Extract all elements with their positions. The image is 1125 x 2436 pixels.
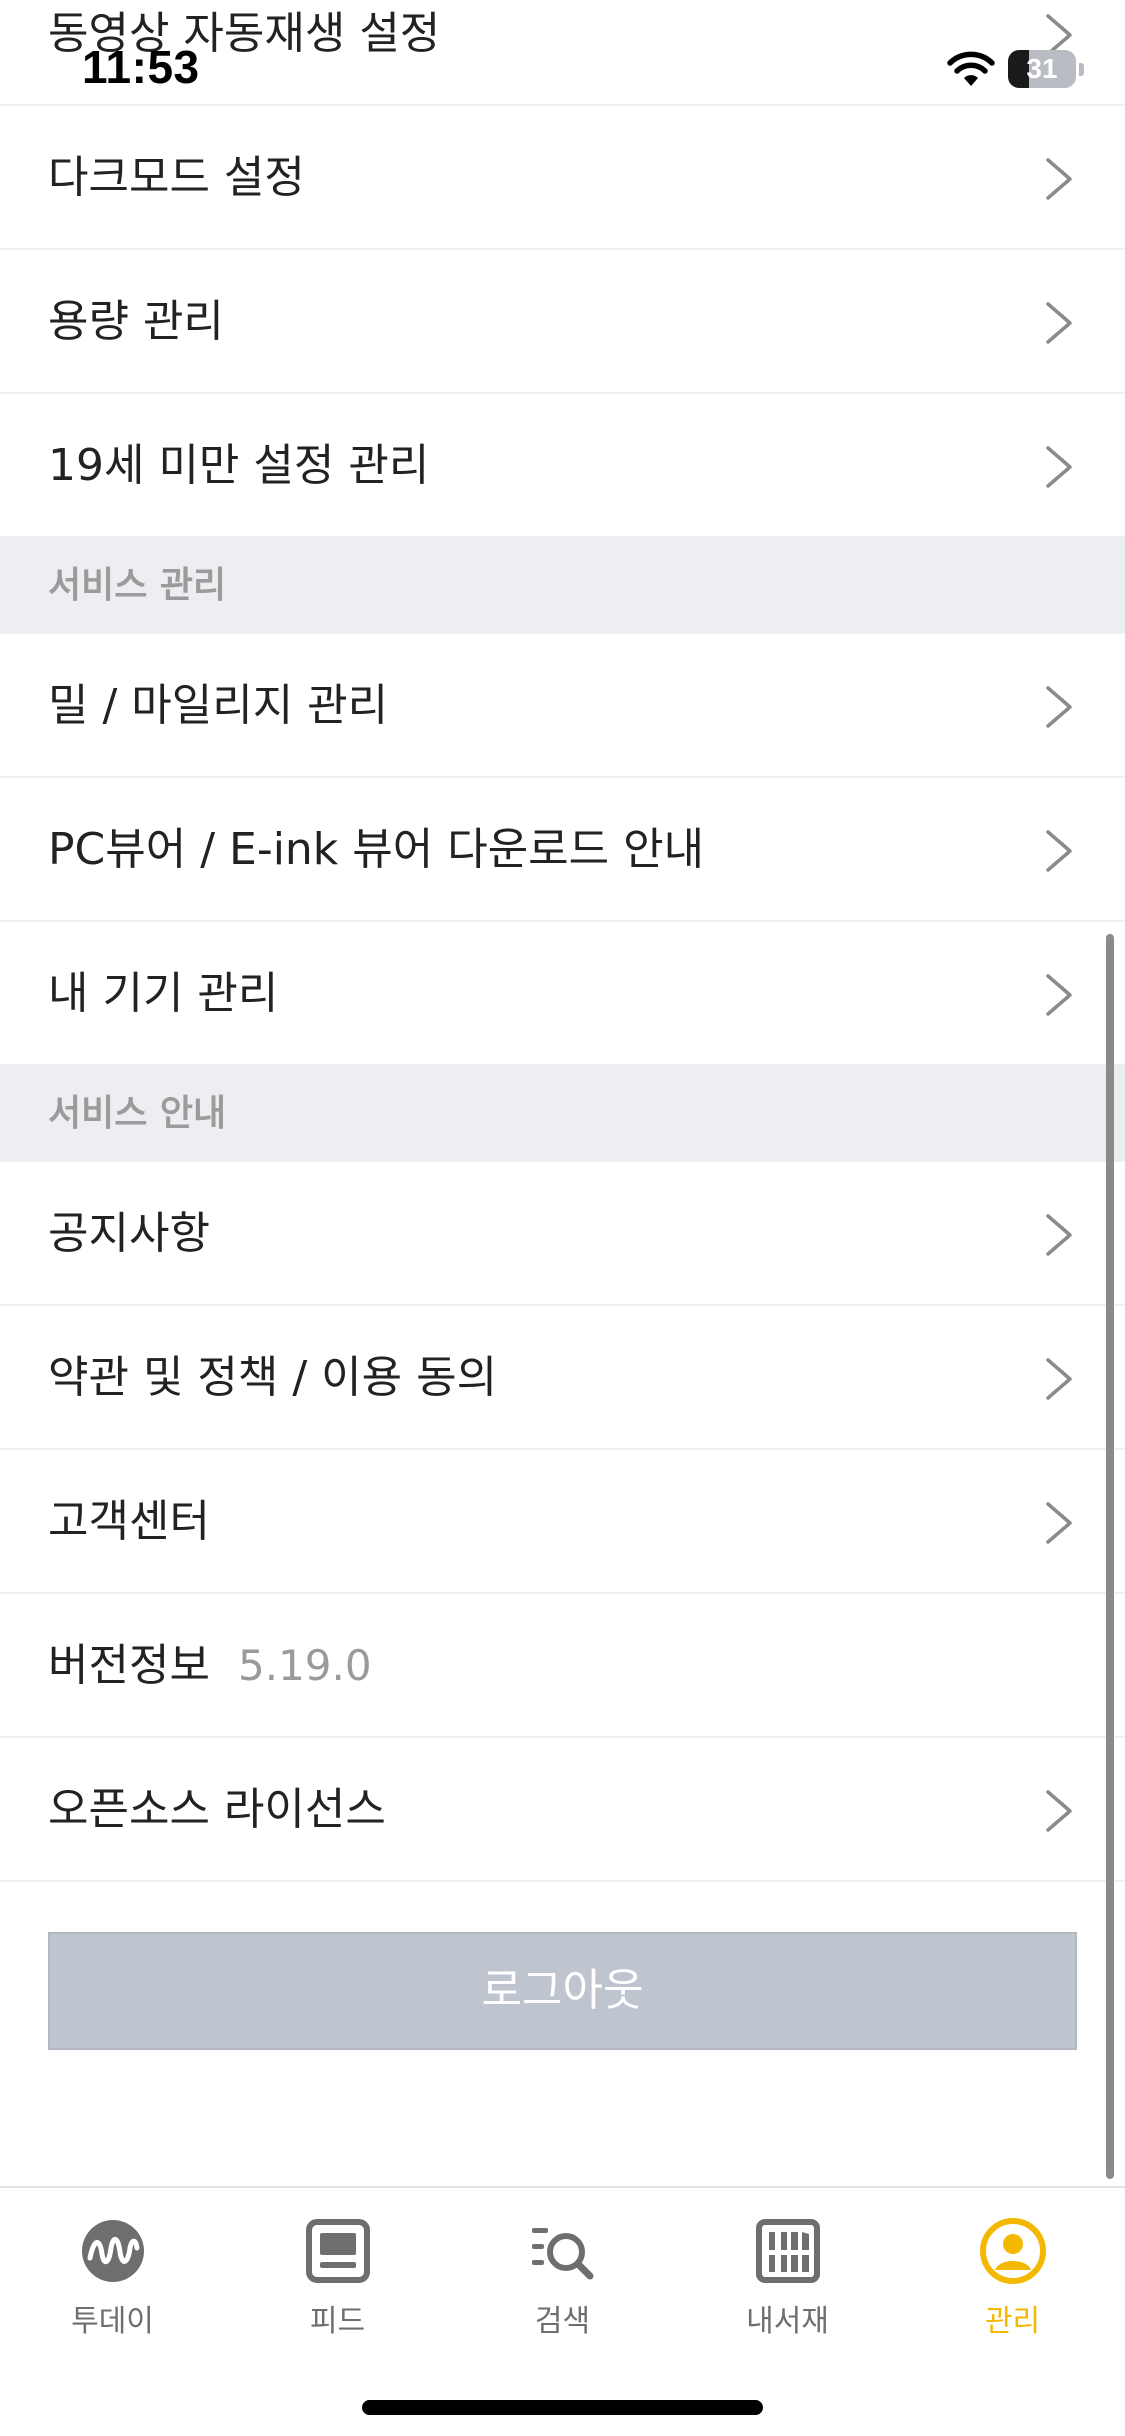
row-label: PC뷰어 / E-ink 뷰어 다운로드 안내 bbox=[48, 824, 705, 875]
tab-label: 피드 bbox=[309, 2304, 366, 2339]
settings-list: 동영상 자동재생 설정 다크모드 설정 용량 관리 19세 미만 설정 관리 서… bbox=[0, 0, 1125, 2088]
tab-label: 관리 bbox=[984, 2304, 1041, 2339]
row-viewer-download[interactable]: PC뷰어 / E-ink 뷰어 다운로드 안내 bbox=[0, 778, 1125, 922]
logout-button[interactable]: 로그아웃 bbox=[48, 1932, 1077, 2050]
feed-screen-icon bbox=[306, 2219, 370, 2283]
chevron-right-icon bbox=[1046, 158, 1072, 200]
tab-bar: 투데이 피드 검색 내서재 관리 bbox=[0, 2186, 1125, 2436]
version-number: 5.19.0 bbox=[238, 1641, 372, 1690]
row-mileage[interactable]: 밀 / 마일리지 관리 bbox=[0, 634, 1125, 778]
chevron-right-icon bbox=[1046, 974, 1072, 1016]
tab-feed[interactable]: 피드 bbox=[225, 2188, 450, 2378]
row-storage[interactable]: 용량 관리 bbox=[0, 250, 1125, 394]
row-under-19-settings[interactable]: 19세 미만 설정 관리 bbox=[0, 394, 1125, 538]
row-label: 버전정보 bbox=[48, 1640, 210, 1691]
row-label: 용량 관리 bbox=[48, 296, 224, 347]
row-label: 동영상 자동재생 설정 bbox=[48, 8, 441, 59]
today-wave-icon bbox=[82, 2220, 144, 2282]
row-open-source-license[interactable]: 오픈소스 라이선스 bbox=[0, 1738, 1125, 1882]
chevron-right-icon bbox=[1046, 1358, 1072, 1400]
chevron-right-icon bbox=[1046, 830, 1072, 872]
scrollbar[interactable] bbox=[1106, 934, 1114, 2179]
row-label: 내 기기 관리 bbox=[48, 968, 279, 1019]
chevron-right-icon bbox=[1046, 1790, 1072, 1832]
chevron-right-icon bbox=[1046, 446, 1072, 488]
row-label: 오픈소스 라이선스 bbox=[48, 1784, 386, 1835]
tab-search[interactable]: 검색 bbox=[450, 2188, 675, 2378]
chevron-right-icon bbox=[1046, 686, 1072, 728]
section-header-service-manage: 서비스 관리 bbox=[0, 538, 1125, 634]
row-customer-center[interactable]: 고객센터 bbox=[0, 1450, 1125, 1594]
row-notices[interactable]: 공지사항 bbox=[0, 1162, 1125, 1306]
tab-label: 투데이 bbox=[71, 2304, 154, 2339]
row-video-autoplay[interactable]: 동영상 자동재생 설정 bbox=[0, 0, 1125, 106]
tab-label: 검색 bbox=[534, 2304, 591, 2339]
tab-label: 내서재 bbox=[746, 2304, 829, 2339]
section-header-service-info: 서비스 안내 bbox=[0, 1066, 1125, 1162]
row-version-info: 버전정보 5.19.0 bbox=[0, 1594, 1125, 1738]
tab-library[interactable]: 내서재 bbox=[675, 2188, 900, 2378]
settings-screen: 동영상 자동재생 설정 다크모드 설정 용량 관리 19세 미만 설정 관리 서… bbox=[0, 0, 1125, 2436]
tab-today[interactable]: 투데이 bbox=[0, 2188, 225, 2378]
section-title: 서비스 안내 bbox=[48, 1093, 227, 1134]
row-label: 고객센터 bbox=[48, 1496, 210, 1547]
section-title: 서비스 관리 bbox=[48, 565, 227, 606]
row-label: 밀 / 마일리지 관리 bbox=[48, 680, 389, 731]
search-list-icon bbox=[532, 2228, 594, 2280]
chevron-right-icon bbox=[1046, 302, 1072, 344]
home-indicator[interactable] bbox=[362, 2400, 763, 2415]
row-label: 공지사항 bbox=[48, 1208, 210, 1259]
profile-circle-icon bbox=[980, 2218, 1046, 2284]
row-terms-policy[interactable]: 약관 및 정책 / 이용 동의 bbox=[0, 1306, 1125, 1450]
chevron-right-icon bbox=[1046, 1502, 1072, 1544]
row-dark-mode[interactable]: 다크모드 설정 bbox=[0, 106, 1125, 250]
row-label: 19세 미만 설정 관리 bbox=[48, 440, 430, 491]
row-label: 약관 및 정책 / 이용 동의 bbox=[48, 1352, 498, 1403]
row-my-devices[interactable]: 내 기기 관리 bbox=[0, 922, 1125, 1066]
chevron-right-icon bbox=[1046, 1214, 1072, 1256]
chevron-right-icon bbox=[1046, 14, 1072, 56]
library-shelf-icon bbox=[756, 2219, 820, 2283]
tab-manage[interactable]: 관리 bbox=[900, 2188, 1125, 2378]
row-label: 다크모드 설정 bbox=[48, 152, 305, 203]
logout-area: 로그아웃 bbox=[0, 1882, 1125, 2088]
